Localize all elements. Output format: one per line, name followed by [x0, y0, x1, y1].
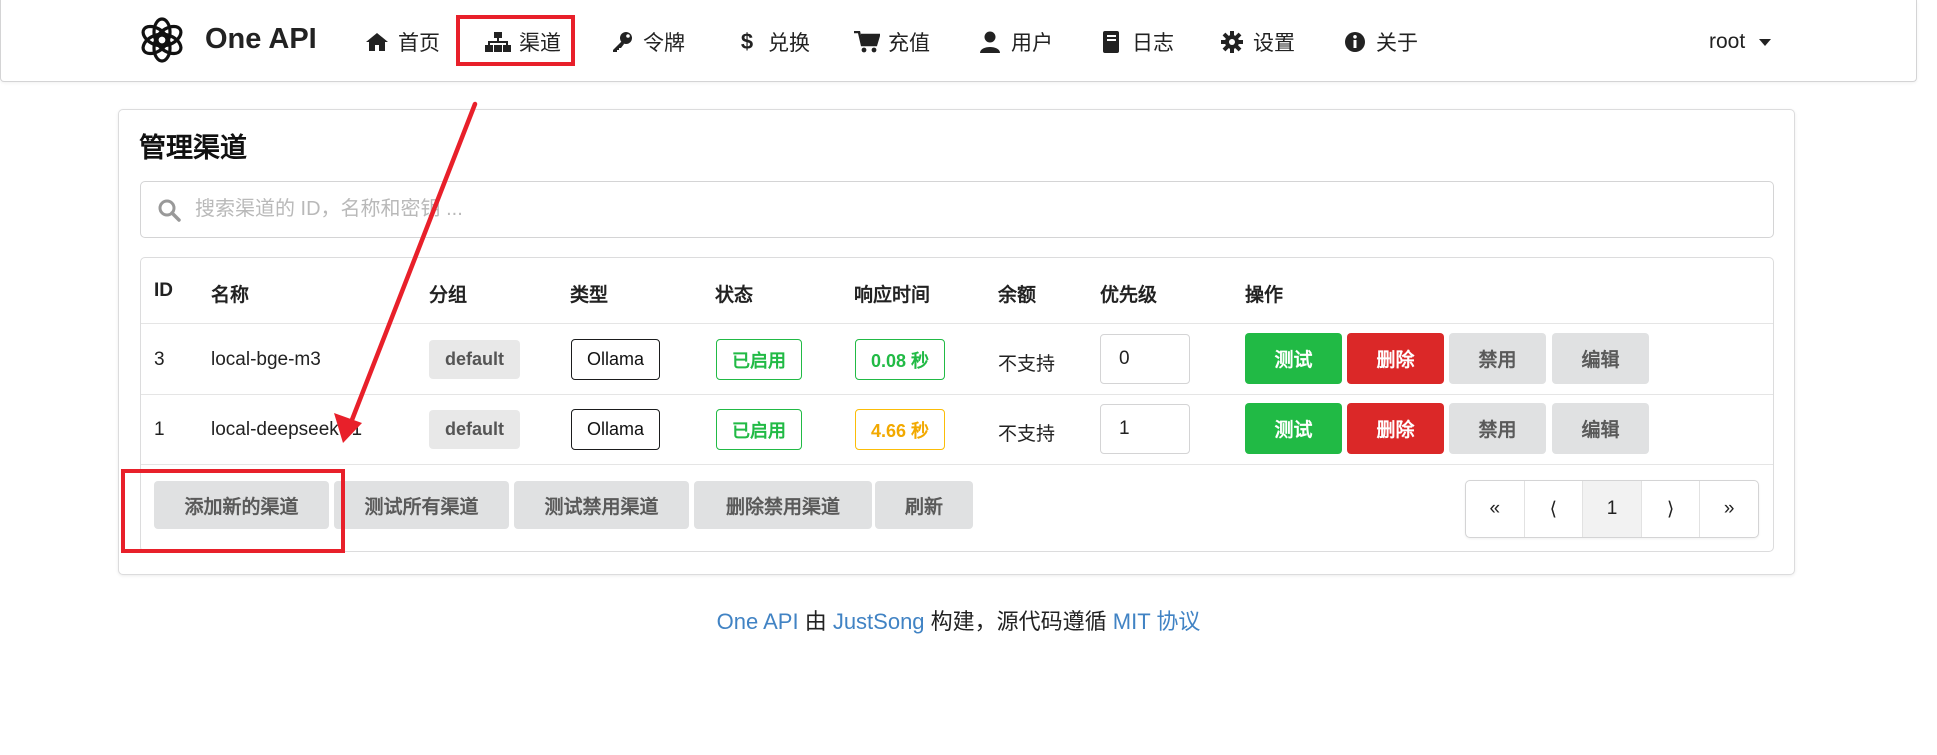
page-prev-button[interactable]: ⟨ [1525, 481, 1584, 537]
delete-disabled-channels-button[interactable]: 删除禁用渠道 [694, 481, 872, 529]
nav-item-home[interactable]: 首页 [364, 26, 440, 58]
group-label: default [429, 410, 521, 449]
cell-name: local-bge-m3 [211, 349, 321, 370]
priority-input[interactable]: 0 [1100, 334, 1190, 384]
nav-item-label: 充值 [888, 32, 930, 55]
cell-balance[interactable]: 不支持 [998, 419, 1055, 446]
cell-balance[interactable]: 不支持 [998, 349, 1055, 376]
row-divider [141, 394, 1773, 395]
page-first-button[interactable]: « [1466, 481, 1525, 537]
col-header-response-time[interactable]: 响应时间 [854, 280, 930, 307]
nav-item-label: 关于 [1376, 32, 1418, 55]
nav-item-label: 日志 [1132, 32, 1174, 55]
info-icon [1342, 31, 1368, 53]
refresh-button[interactable]: 刷新 [875, 481, 973, 529]
nav-item-tokens[interactable]: 令牌 [609, 26, 685, 58]
highlight-box-add-channel [121, 469, 345, 553]
test-disabled-channels-button[interactable]: 测试禁用渠道 [514, 481, 689, 529]
pagination: « ⟨ 1 ⟩ » [1465, 480, 1759, 538]
delete-button[interactable]: 删除 [1347, 403, 1444, 454]
test-button[interactable]: 测试 [1245, 333, 1342, 384]
nav-item-users[interactable]: 用户 [977, 26, 1053, 58]
search-icon [158, 199, 181, 222]
highlight-box-channels [456, 15, 575, 66]
page-number-button[interactable]: 1 [1583, 481, 1642, 537]
nav-item-label: 设置 [1253, 32, 1295, 55]
nav-item-label: 用户 [1011, 32, 1053, 55]
priority-input[interactable]: 1 [1100, 404, 1190, 454]
footer-text: 构建，源代码遵循 [924, 609, 1113, 634]
top-navbar: One API 首页 渠道 令牌 $ 兑换 充值 用户 日志 设置 关于 roo… [0, 0, 1917, 82]
col-header-status[interactable]: 状态 [715, 280, 753, 307]
disable-button[interactable]: 禁用 [1449, 333, 1546, 384]
openai-logo-icon[interactable] [136, 14, 188, 66]
test-button[interactable]: 测试 [1245, 403, 1342, 454]
page-last-button[interactable]: » [1700, 481, 1758, 537]
gear-icon [1219, 31, 1245, 53]
row-divider [141, 323, 1773, 324]
brand-name[interactable]: One API [205, 22, 317, 57]
nav-item-label: 令牌 [643, 32, 685, 55]
cell-name: local-deepseek-r1 [211, 419, 363, 440]
col-header-id[interactable]: ID [154, 280, 173, 302]
user-name: root [1709, 30, 1746, 53]
home-icon [364, 31, 390, 53]
response-time-badge[interactable]: 0.08 秒 [855, 339, 946, 380]
page-next-button[interactable]: ⟩ [1642, 481, 1701, 537]
search-box[interactable] [140, 181, 1774, 238]
user-icon [977, 31, 1003, 53]
key-icon [609, 31, 635, 53]
col-header-actions: 操作 [1245, 285, 1284, 306]
edit-button[interactable]: 编辑 [1552, 403, 1649, 454]
nav-item-settings[interactable]: 设置 [1219, 26, 1295, 58]
edit-button[interactable]: 编辑 [1552, 333, 1649, 384]
type-label: Ollama [571, 339, 661, 380]
col-header-name[interactable]: 名称 [211, 280, 249, 307]
col-header-group[interactable]: 分组 [429, 280, 467, 307]
footer-text: 由 [798, 609, 833, 634]
cell-id: 3 [154, 349, 165, 370]
book-icon [1098, 31, 1124, 53]
disable-button[interactable]: 禁用 [1449, 403, 1546, 454]
cart-icon [854, 31, 880, 53]
col-header-type[interactable]: 类型 [570, 280, 608, 307]
cell-id: 1 [154, 419, 165, 440]
status-badge: 已启用 [716, 409, 802, 450]
dollar-icon: $ [740, 29, 754, 54]
nav-item-topup[interactable]: 充值 [854, 26, 930, 58]
col-header-priority[interactable]: 优先级 [1100, 280, 1157, 307]
nav-item-about[interactable]: 关于 [1342, 26, 1418, 58]
caret-down-icon [1759, 38, 1772, 46]
nav-item-label: 兑换 [768, 32, 810, 55]
site-footer: One API 由 JustSong 构建，源代码遵循 MIT 协议 [0, 604, 1917, 636]
row-divider [141, 464, 1773, 465]
group-label: default [429, 340, 521, 379]
test-all-channels-button[interactable]: 测试所有渠道 [334, 481, 509, 529]
page-title: 管理渠道 [139, 133, 247, 163]
search-input[interactable] [195, 198, 1695, 221]
delete-button[interactable]: 删除 [1347, 333, 1444, 384]
status-badge: 已启用 [716, 339, 802, 380]
response-time-badge[interactable]: 4.66 秒 [855, 409, 946, 450]
author-link[interactable]: JustSong [833, 609, 925, 634]
col-header-balance[interactable]: 余额 [998, 280, 1036, 307]
nav-item-logs[interactable]: 日志 [1098, 26, 1174, 58]
license-link[interactable]: MIT 协议 [1113, 609, 1201, 634]
brand-link[interactable]: One API [717, 609, 799, 634]
nav-item-redeem[interactable]: $ 兑换 [734, 26, 810, 58]
user-menu-dropdown[interactable]: root [1709, 26, 1772, 58]
type-label: Ollama [571, 409, 661, 450]
nav-item-label: 首页 [398, 32, 440, 55]
